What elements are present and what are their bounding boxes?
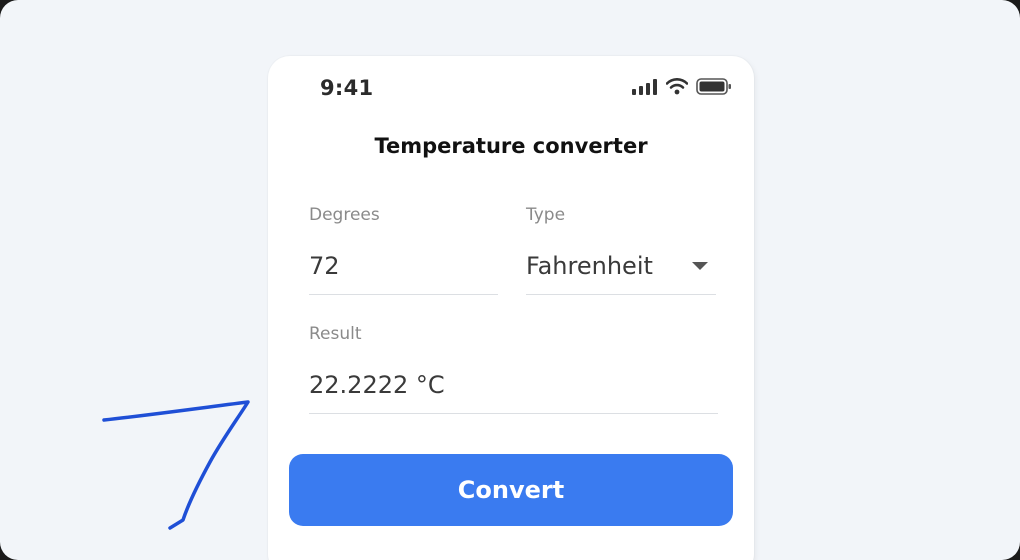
convert-button[interactable]: Convert: [289, 454, 733, 526]
status-time: 9:41: [320, 76, 374, 100]
result-value: 22.2222 °C: [309, 371, 445, 399]
battery-icon: [696, 78, 731, 95]
type-underline: [526, 294, 716, 295]
result-label: Result: [309, 324, 362, 344]
type-label: Type: [526, 205, 566, 225]
phone-frame: 9:41 Temperature converter Degrees 72 Ty…: [268, 56, 754, 560]
chevron-down-icon: [692, 262, 708, 270]
degrees-input[interactable]: 72: [309, 252, 340, 280]
type-select[interactable]: Fahrenheit: [526, 246, 716, 290]
status-icons: [632, 78, 732, 95]
wifi-icon: [666, 78, 688, 95]
signal-icon: [632, 78, 657, 95]
degrees-underline: [309, 294, 498, 295]
type-selected-value: Fahrenheit: [526, 252, 653, 280]
page-title: Temperature converter: [374, 134, 648, 158]
status-bar: 9:41: [268, 56, 754, 120]
result-underline: [309, 413, 718, 414]
app-background: 9:41 Temperature converter Degrees 72 Ty…: [0, 0, 1020, 560]
degrees-label: Degrees: [309, 205, 380, 225]
